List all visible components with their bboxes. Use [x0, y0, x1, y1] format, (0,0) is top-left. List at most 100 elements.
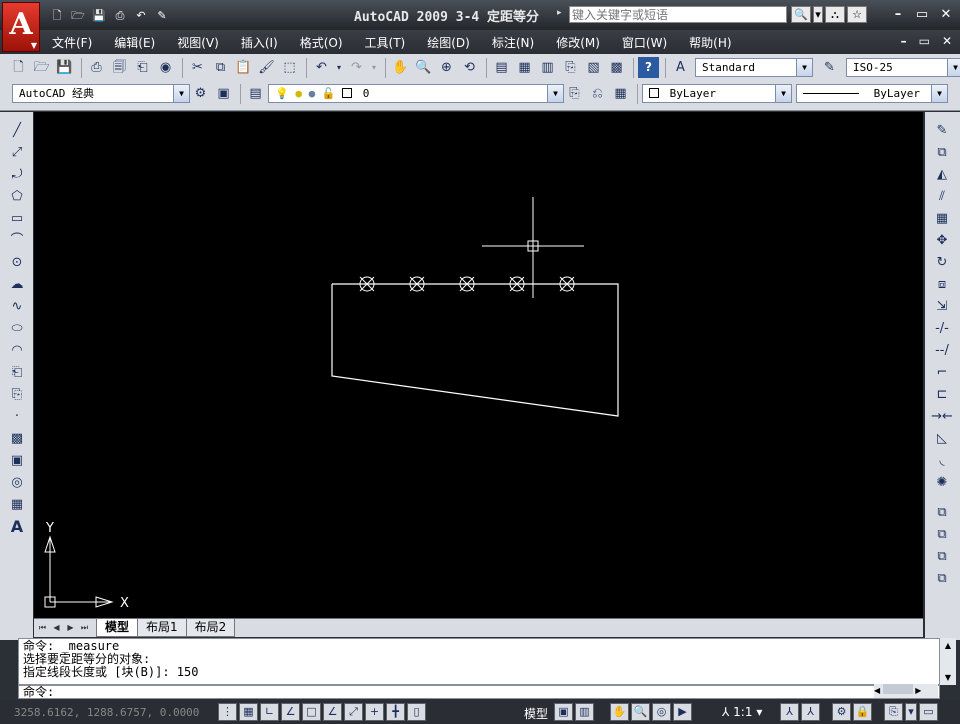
annotation-visibility-icon[interactable]: ⅄: [780, 703, 799, 721]
search-input[interactable]: [569, 6, 787, 23]
dropdown-icon[interactable]: ▾: [813, 6, 823, 23]
scroll-up-icon[interactable]: ▲: [940, 638, 956, 654]
region-icon[interactable]: ◎: [6, 472, 28, 494]
erase-icon[interactable]: ✎: [931, 120, 953, 142]
draworder-back-icon[interactable]: ⧉: [931, 524, 953, 546]
draworder-above-icon[interactable]: ⧉: [931, 546, 953, 568]
print-icon[interactable]: ⎙: [111, 8, 129, 24]
zoom-realtime-icon[interactable]: 🔍: [413, 57, 434, 78]
clean-screen-icon[interactable]: ▭: [919, 703, 938, 721]
linetype-select[interactable]: ByLayer ▼: [796, 84, 948, 103]
last-tab-icon[interactable]: ⏭: [78, 621, 91, 634]
search-icon[interactable]: 🔍: [791, 6, 811, 23]
menu-insert[interactable]: 插入(I): [241, 34, 278, 51]
sheet-set-icon[interactable]: ⎘: [560, 57, 581, 78]
copy-icon[interactable]: ⧉: [210, 57, 231, 78]
zoom-window-icon[interactable]: ⊕: [436, 57, 457, 78]
markup-icon[interactable]: ▧: [583, 57, 604, 78]
layer-states-icon[interactable]: ▦: [610, 83, 631, 104]
menu-tools[interactable]: 工具(T): [365, 34, 406, 51]
3d-dwf-icon[interactable]: ◉: [155, 57, 176, 78]
scroll-track[interactable]: [940, 654, 956, 670]
status-tray-icon[interactable]: ⎘: [884, 703, 903, 721]
menu-window[interactable]: 窗口(W): [622, 34, 667, 51]
join-icon[interactable]: →←: [931, 406, 953, 428]
save-icon[interactable]: 💾: [90, 8, 108, 24]
fillet-icon[interactable]: ◟: [931, 450, 953, 472]
undo-icon[interactable]: ↶: [132, 8, 150, 24]
first-tab-icon[interactable]: ⏮: [36, 621, 49, 634]
menu-format[interactable]: 格式(O): [300, 34, 343, 51]
make-block-icon[interactable]: ⎘: [6, 384, 28, 406]
steering-wheel-icon[interactable]: ◎: [652, 703, 671, 721]
toolbar-lock-icon[interactable]: 🔒: [853, 703, 872, 721]
search-expand-icon[interactable]: ▸: [557, 8, 562, 18]
drawing-canvas[interactable]: Y X: [34, 112, 923, 618]
new-icon[interactable]: 🗋: [8, 57, 29, 78]
pan-icon[interactable]: ✋: [390, 57, 411, 78]
snap-mode-icon[interactable]: ⋮: [218, 703, 237, 721]
scale-icon[interactable]: ⧈: [931, 274, 953, 296]
insert-block-icon[interactable]: ⎗: [6, 362, 28, 384]
model-space-toggle[interactable]: 模型: [524, 705, 548, 722]
new-icon[interactable]: 🗋: [48, 8, 66, 24]
polygon-icon[interactable]: ⬠: [6, 186, 28, 208]
make-current-layer-icon[interactable]: ⎘: [564, 83, 585, 104]
tab-layout2[interactable]: 布局2: [185, 619, 236, 637]
workspace-select[interactable]: AutoCAD 经典 ▼: [12, 84, 190, 103]
break-at-point-icon[interactable]: ⌐: [931, 362, 953, 384]
open-icon[interactable]: 🗁: [31, 57, 52, 78]
draworder-under-icon[interactable]: ⧉: [931, 568, 953, 590]
pan-icon[interactable]: ✋: [610, 703, 629, 721]
menu-dimension[interactable]: 标注(N): [492, 34, 534, 51]
rectangle-icon[interactable]: ▭: [6, 208, 28, 230]
dim-style-select[interactable]: ISO-25 ▼: [846, 58, 960, 77]
layer-previous-icon[interactable]: ⎌: [587, 83, 608, 104]
mirror-icon[interactable]: ◭: [931, 164, 953, 186]
text-style-select[interactable]: Standard ▼: [695, 58, 813, 77]
grid-display-icon[interactable]: ▦: [239, 703, 258, 721]
communication-center-icon[interactable]: ⛬: [825, 6, 845, 23]
text-style-icon[interactable]: A: [670, 57, 691, 78]
rotate-icon[interactable]: ↻: [931, 252, 953, 274]
revision-cloud-icon[interactable]: ☁: [6, 274, 28, 296]
extend-icon[interactable]: --/: [931, 340, 953, 362]
command-scrollbar[interactable]: ▲ ▼: [940, 638, 956, 685]
tab-layout1[interactable]: 布局1: [137, 619, 187, 637]
restore-button[interactable]: ▭: [912, 7, 932, 23]
annotation-scale[interactable]: ⅄ 1:1 ▾: [722, 705, 762, 719]
menu-edit[interactable]: 编辑(E): [114, 34, 155, 51]
tab-model[interactable]: 模型: [96, 619, 139, 637]
paste-icon[interactable]: 📋: [233, 57, 254, 78]
undo-dropdown-icon[interactable]: ▾: [334, 57, 344, 78]
scroll-right-icon[interactable]: ▶: [915, 686, 921, 695]
dim-style-icon[interactable]: ✎: [819, 57, 840, 78]
color-select[interactable]: ByLayer ▼: [642, 84, 792, 103]
construction-line-icon[interactable]: ⤢: [6, 142, 28, 164]
status-menu-icon[interactable]: ▾: [905, 703, 917, 721]
save-icon[interactable]: 💾: [54, 57, 75, 78]
properties-palette-icon[interactable]: ▤: [491, 57, 512, 78]
print-icon[interactable]: ⎙: [86, 57, 107, 78]
calculator-icon[interactable]: ▩: [606, 57, 627, 78]
help-icon[interactable]: ?: [638, 57, 659, 78]
dynamic-input-icon[interactable]: +: [365, 703, 384, 721]
trim-icon[interactable]: -/-: [931, 318, 953, 340]
polar-tracking-icon[interactable]: ∠: [281, 703, 300, 721]
publish-icon[interactable]: ⎗: [132, 57, 153, 78]
redo-dropdown-icon[interactable]: ▾: [369, 57, 379, 78]
ortho-mode-icon[interactable]: ∟: [260, 703, 279, 721]
app-menu-button[interactable]: A ▼: [2, 2, 40, 52]
offset-icon[interactable]: ⫽: [931, 186, 953, 208]
coordinate-readout[interactable]: 3258.6162, 1288.6757, 0.0000: [14, 706, 199, 719]
chamfer-icon[interactable]: ◺: [931, 428, 953, 450]
object-snap-icon[interactable]: □: [302, 703, 321, 721]
copy-object-icon[interactable]: ⧉: [931, 142, 953, 164]
next-tab-icon[interactable]: ▶: [64, 621, 77, 634]
zoom-previous-icon[interactable]: ⟲: [459, 57, 480, 78]
match-properties-icon[interactable]: 🖌: [256, 57, 277, 78]
arc-icon[interactable]: ⌒: [6, 230, 28, 252]
circle-icon[interactable]: ⊙: [6, 252, 28, 274]
minimize-button[interactable]: –: [888, 7, 908, 23]
stretch-icon[interactable]: ⇲: [931, 296, 953, 318]
